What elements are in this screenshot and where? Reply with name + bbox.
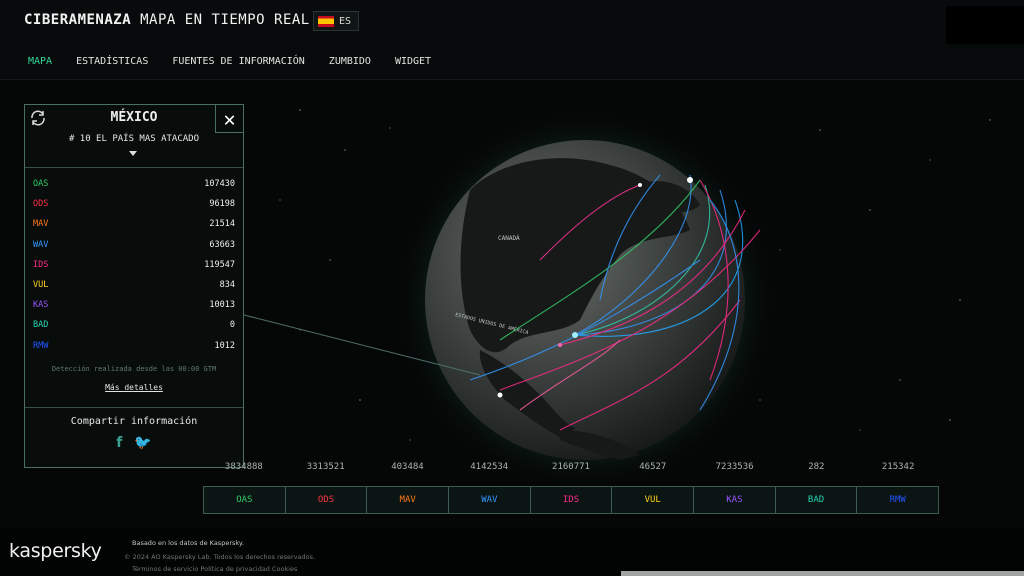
- nav-item-estadisticas[interactable]: ESTADÍSTICAS: [76, 56, 148, 67]
- stat-row-bad: BAD 0: [33, 320, 235, 340]
- total-count: 2160771: [552, 462, 590, 472]
- stat-value: 10013: [209, 300, 235, 311]
- stat-row-vul: VUL 834: [33, 280, 235, 300]
- total-count: 215342: [881, 462, 915, 472]
- more-details-link[interactable]: Más detalles: [25, 383, 243, 392]
- total-count: 46527: [639, 462, 667, 472]
- legend-button-vul[interactable]: VUL: [612, 487, 695, 513]
- stat-label: MAV: [33, 219, 49, 230]
- country-name: MÉXICO: [110, 110, 158, 125]
- stat-row-kas: KAS 10013: [33, 300, 235, 320]
- total-count: 282: [808, 462, 825, 472]
- site-title[interactable]: CIBERAMENAZA MAPA EN TIEMPO REAL: [24, 12, 310, 28]
- footer-scroll-bar[interactable]: [621, 571, 1024, 576]
- threat-legend: OAS ODS MAV WAV IDS VUL KAS BAD RMW: [203, 486, 939, 514]
- header-bar: CIBERAMENAZA MAPA EN TIEMPO REAL ES: [0, 0, 1024, 45]
- stat-label: VUL: [33, 279, 49, 290]
- footer-copyright: © 2024 AO Kaspersky Lab. Todos los derec…: [124, 553, 316, 561]
- language-code: ES: [339, 15, 352, 27]
- stat-label: IDS: [33, 259, 49, 270]
- nav-item-zumbido[interactable]: ZUMBIDO: [329, 56, 371, 67]
- stat-label: ODS: [33, 199, 49, 210]
- stat-value: 1012: [214, 340, 235, 351]
- legend-button-kas[interactable]: KAS: [694, 487, 776, 513]
- detection-note: Detección realizada desde las 00:00 GTM: [51, 364, 217, 373]
- stat-value: 0: [229, 320, 235, 331]
- total-count: 403484: [391, 462, 424, 472]
- stat-row-oas: OAS 107430: [33, 179, 235, 199]
- stat-label: BAD: [33, 320, 49, 331]
- legend-button-oas[interactable]: OAS: [204, 487, 286, 513]
- stat-row-mav: MAV 21514: [33, 219, 235, 239]
- stat-value: 107430: [204, 179, 235, 189]
- stat-label: KAS: [33, 300, 49, 311]
- stat-row-ids: IDS 119547: [33, 260, 235, 280]
- detection-totals: 3834888 3313521 403484 4142534 2160771 46527 7…: [203, 462, 939, 472]
- total-count: 7233536: [715, 462, 754, 472]
- legend-button-wav[interactable]: WAV: [449, 487, 531, 513]
- stat-value: 63663: [209, 239, 235, 250]
- stat-value: 834: [219, 279, 235, 290]
- chevron-down-icon[interactable]: [129, 151, 137, 156]
- nav-item-fuentes[interactable]: FUENTES DE INFORMACIÓN: [172, 56, 304, 67]
- stat-label: WAV: [33, 239, 49, 250]
- stat-value: 119547: [204, 259, 235, 270]
- stat-row-wav: WAV 63663: [33, 240, 235, 260]
- stat-value: 21514: [209, 219, 235, 230]
- facebook-icon[interactable]: f: [116, 435, 122, 451]
- globe-label-canada: CANADÁ: [498, 235, 520, 242]
- close-icon[interactable]: ✕: [215, 105, 243, 133]
- footer-links[interactable]: Términos de servicio Política de privaci…: [132, 565, 297, 573]
- share-section: Compartir información f 🐦: [25, 407, 243, 451]
- stat-row-ods: ODS 96198: [33, 199, 235, 219]
- legend-button-ods[interactable]: ODS: [286, 487, 368, 513]
- country-detail-panel: MÉXICO ✕ # 10 EL PAÍS MAS ATACADO OAS 107…: [24, 104, 244, 468]
- footer-source: Basado en los datos de Kaspersky.: [132, 539, 244, 547]
- brand-name: CIBERAMENAZA: [24, 12, 132, 28]
- legend-button-mav[interactable]: MAV: [367, 487, 450, 513]
- panel-header: MÉXICO ✕ # 10 EL PAÍS MAS ATACADO: [25, 105, 243, 168]
- stats-list: OAS 107430 ODS 96198 MAV 21514 WAV 63663 IDS 1195…: [25, 168, 243, 361]
- legend-button-bad[interactable]: BAD: [776, 487, 858, 513]
- share-title: Compartir información: [70, 416, 198, 427]
- total-count: 3834888: [224, 462, 263, 472]
- main-nav: MAPA ESTADÍSTICAS FUENTES DE INFORMACIÓN…: [0, 44, 1024, 80]
- stat-row-rmw: RMW 1012: [33, 341, 235, 361]
- country-rank: # 10 EL PAÍS MAS ATACADO: [68, 134, 200, 144]
- twitter-icon[interactable]: 🐦: [134, 435, 151, 451]
- kaspersky-logo[interactable]: kaspersky: [9, 540, 102, 562]
- total-count: 4142534: [470, 462, 509, 472]
- legend-button-ids[interactable]: IDS: [531, 487, 613, 513]
- nav-item-mapa[interactable]: MAPA: [28, 56, 52, 67]
- brand-subtitle: MAPA EN TIEMPO REAL: [140, 12, 310, 28]
- nav-item-widget[interactable]: WIDGET: [395, 56, 431, 67]
- stat-label: OAS: [33, 179, 49, 189]
- language-selector[interactable]: ES: [313, 11, 359, 31]
- stat-value: 96198: [209, 199, 235, 210]
- total-count: 3313521: [306, 462, 345, 472]
- header-dark-block: [946, 6, 1024, 44]
- footer: kaspersky Basado en los datos de Kaspers…: [0, 528, 1024, 576]
- spain-flag-icon: [318, 15, 334, 27]
- legend-button-rmw[interactable]: RMW: [857, 487, 938, 513]
- stat-label: RMW: [33, 340, 49, 351]
